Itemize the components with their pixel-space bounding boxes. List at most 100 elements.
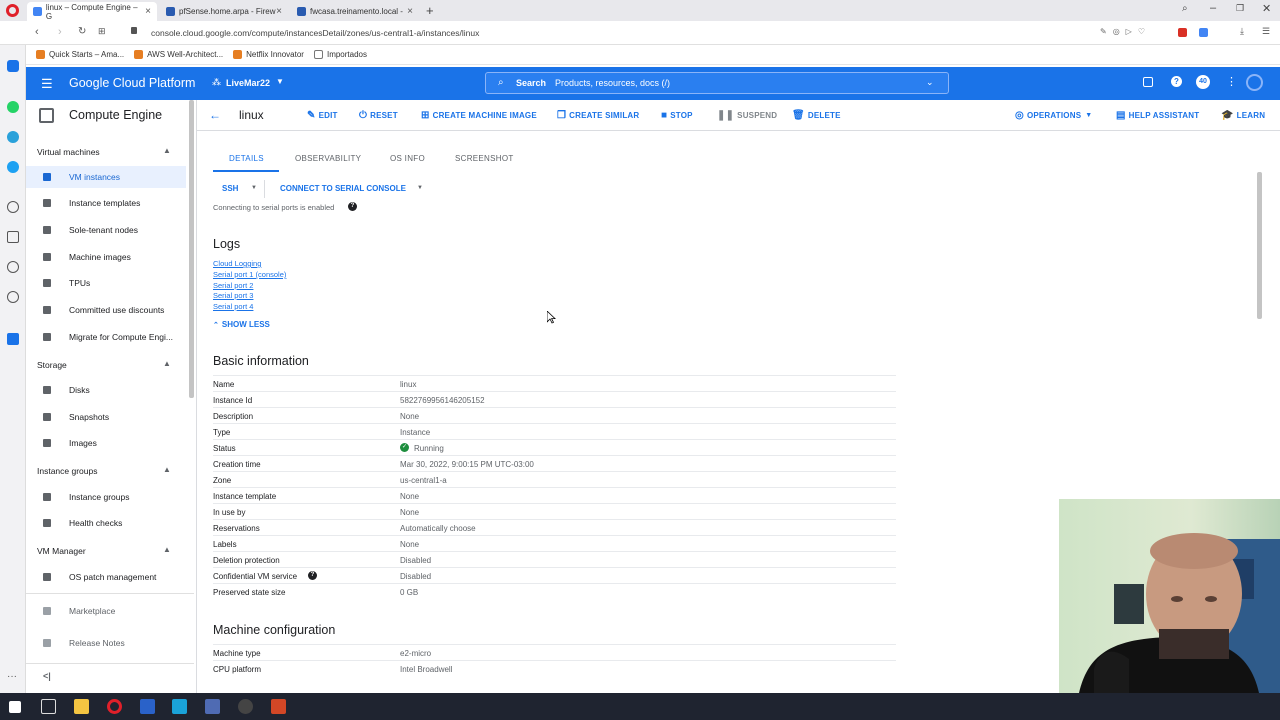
notifications-badge[interactable]: 40 <box>1196 75 1210 89</box>
log-link[interactable]: Serial port 1 (console) <box>213 270 286 279</box>
sidebar-item-vm-instances[interactable]: VM instances <box>26 166 186 188</box>
bookmark-folder[interactable]: Importados <box>313 50 367 59</box>
chevron-up-icon[interactable]: ▲ <box>163 359 171 368</box>
chevron-down-icon[interactable]: ⌄ <box>926 77 934 88</box>
project-selector[interactable]: LiveMar22 <box>226 78 270 88</box>
more-icon[interactable]: ··· <box>7 671 17 682</box>
chevron-down-icon[interactable]: ▼ <box>417 185 423 191</box>
browser-tab[interactable]: pfSense.home.arpa - Firew × <box>160 2 288 21</box>
back-arrow-icon[interactable]: ← <box>209 108 221 122</box>
log-link[interactable]: Serial port 3 <box>213 291 253 300</box>
windows-start-icon[interactable] <box>9 701 21 713</box>
messenger-icon[interactable] <box>7 60 19 72</box>
download-icon[interactable]: ⤓ <box>1240 26 1244 37</box>
learn-button[interactable]: 🎓 LEARN <box>1221 110 1265 121</box>
product-name[interactable]: Google Cloud Platform <box>69 76 195 90</box>
help-icon[interactable]: ? <box>308 571 317 580</box>
close-tab-icon[interactable]: × <box>145 6 151 17</box>
chevron-up-icon[interactable]: ▲ <box>163 545 171 554</box>
tab-os-info[interactable]: OS INFO <box>390 154 425 163</box>
sidebar-item-images[interactable]: Images <box>26 432 186 454</box>
forward-icon[interactable]: › <box>58 26 62 38</box>
twitter-icon[interactable] <box>7 161 19 173</box>
close-tab-icon[interactable]: × <box>407 6 413 17</box>
minimize-icon[interactable]: – <box>1210 2 1216 14</box>
close-window-icon[interactable]: ✕ <box>1262 2 1271 15</box>
content-scrollbar[interactable] <box>1257 172 1262 319</box>
sidebar-item-sole-tenant-nodes[interactable]: Sole-tenant nodes <box>26 219 186 241</box>
tab-observability[interactable]: OBSERVABILITY <box>295 154 361 163</box>
history-icon[interactable] <box>7 261 19 273</box>
sidebar-item-health-checks[interactable]: Health checks <box>26 512 186 534</box>
calculator-icon[interactable] <box>205 699 220 714</box>
avatar[interactable] <box>1246 74 1263 91</box>
create-similar-button[interactable]: ❐ CREATE SIMILAR <box>557 110 639 121</box>
delete-button[interactable]: 🗑 DELETE <box>792 110 841 121</box>
sidebar-item-os-patch-management[interactable]: OS patch management <box>26 566 186 588</box>
section-virtual-machines[interactable]: Virtual machines <box>37 147 100 157</box>
bookmark[interactable]: Netflix Innovator <box>233 50 304 59</box>
settings-icon[interactable] <box>7 291 19 303</box>
help-assistant-button[interactable]: ▤ HELP ASSISTANT <box>1116 110 1199 121</box>
log-link[interactable]: Cloud Logging <box>213 259 261 268</box>
menu-icon[interactable]: ☰ <box>1262 26 1270 37</box>
sidebar-scrollbar[interactable] <box>189 100 194 398</box>
suspend-button[interactable]: ❚❚ SUSPEND <box>717 110 777 121</box>
powerpoint-icon[interactable] <box>271 699 286 714</box>
chevron-up-icon[interactable]: ▲ <box>163 465 171 474</box>
tab-details[interactable]: DETAILS <box>229 154 264 163</box>
create-machine-image-button[interactable]: ⊞ CREATE MACHINE IMAGE <box>421 110 537 121</box>
bookmark[interactable]: Quick Starts – Ama... <box>36 50 124 59</box>
section-instance-groups[interactable]: Instance groups <box>37 466 97 476</box>
log-link[interactable]: Serial port 4 <box>213 302 253 311</box>
sidebar-item-instance-templates[interactable]: Instance templates <box>26 192 186 214</box>
whatsapp-icon[interactable] <box>7 101 19 113</box>
sidebar-item-migrate[interactable]: Migrate for Compute Engi... <box>26 326 186 348</box>
sidebar-item-instance-groups[interactable]: Instance groups <box>26 486 186 508</box>
back-icon[interactable]: ‹ <box>35 26 39 38</box>
chevron-up-icon[interactable]: ▲ <box>163 146 171 155</box>
sidebar-item-committed-use-discounts[interactable]: Committed use discounts <box>26 299 186 321</box>
section-vm-manager[interactable]: VM Manager <box>37 546 86 556</box>
browser-tab[interactable]: linux – Compute Engine – G × <box>27 2 157 21</box>
chevron-down-icon[interactable]: ▼ <box>251 185 257 191</box>
sidebar-item-marketplace[interactable]: Marketplace <box>26 600 186 622</box>
more-vert-icon[interactable]: ⋮ <box>1226 75 1237 88</box>
chevron-down-icon[interactable]: ▼ <box>276 77 284 86</box>
hamburger-menu-icon[interactable]: ☰ <box>41 76 53 92</box>
operations-button[interactable]: ◎ OPERATIONS ▼ <box>1015 110 1092 121</box>
help-icon[interactable]: ? <box>348 202 357 211</box>
address-actions-icon[interactable]: ✎◎▷♡ <box>1100 27 1151 36</box>
edit-button[interactable]: ✎ EDIT <box>307 110 338 121</box>
opera-logo-icon[interactable] <box>6 4 19 17</box>
collapse-sidebar-icon[interactable]: <| <box>43 671 51 681</box>
extension-icon[interactable] <box>1199 28 1208 37</box>
app-icon[interactable] <box>172 699 187 714</box>
cloud-shell-icon[interactable] <box>1143 77 1153 87</box>
ssh-button[interactable]: SSH ▼ <box>213 180 265 198</box>
stop-button[interactable]: ■ STOP <box>661 110 693 121</box>
speed-dial-icon[interactable]: ⊞ <box>98 26 106 37</box>
sidebar-item-machine-images[interactable]: Machine images <box>26 246 186 268</box>
sidebar-item-disks[interactable]: Disks <box>26 379 186 401</box>
reset-button[interactable]: ⏻ RESET <box>359 110 398 121</box>
news-icon[interactable] <box>7 231 19 243</box>
sidebar-item-snapshots[interactable]: Snapshots <box>26 406 186 428</box>
tab-screenshot[interactable]: SCREENSHOT <box>455 154 514 163</box>
reload-icon[interactable]: ↻ <box>78 26 86 37</box>
extension-icon[interactable] <box>1178 28 1187 37</box>
show-less-button[interactable]: ⌃ SHOW LESS <box>213 320 270 329</box>
extensions-icon[interactable] <box>7 333 19 345</box>
url-field[interactable]: console.cloud.google.com/compute/instanc… <box>151 28 479 38</box>
serial-console-button[interactable]: CONNECT TO SERIAL CONSOLE ▼ <box>271 180 429 198</box>
new-tab-icon[interactable]: + <box>426 3 434 18</box>
sidebar-item-release-notes[interactable]: Release Notes <box>26 632 186 654</box>
close-tab-icon[interactable]: × <box>276 6 282 17</box>
browser-tab[interactable]: fwcasa.treinamento.local - × <box>291 2 419 21</box>
app-icon[interactable] <box>238 699 253 714</box>
search-box[interactable]: ⌕ Search Products, resources, docs (/) ⌄ <box>485 72 949 94</box>
sidebar-item-tpus[interactable]: TPUs <box>26 272 186 294</box>
restore-icon[interactable]: ❐ <box>1236 3 1244 14</box>
telegram-icon[interactable] <box>7 131 19 143</box>
heart-icon[interactable] <box>7 201 19 213</box>
